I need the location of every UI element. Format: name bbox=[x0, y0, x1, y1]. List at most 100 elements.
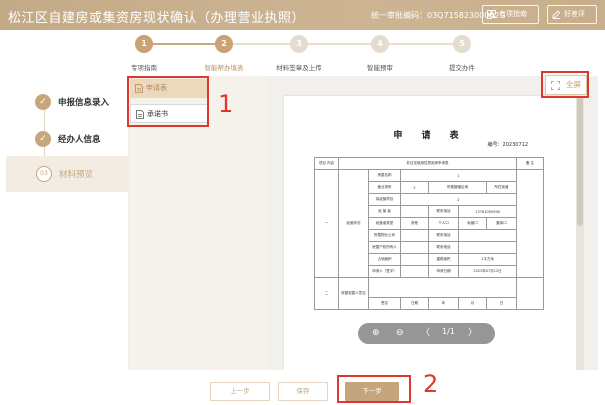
action-bar: 上一步 保存 下一步 bbox=[0, 370, 605, 405]
step-1-label: 专项指南 bbox=[131, 64, 157, 72]
table-cell bbox=[516, 169, 545, 278]
table-cell: 项目 内容 bbox=[314, 157, 339, 170]
guide-button[interactable]: 专项指南 bbox=[482, 5, 539, 24]
table-cell: 房屋名称 bbox=[368, 169, 401, 182]
table-cell: 营业场所 bbox=[368, 181, 401, 194]
rate-button-label: 好差评 bbox=[564, 10, 585, 18]
sidebar-item-label: 材料预览 bbox=[59, 170, 94, 180]
save-button[interactable]: 保存 bbox=[278, 382, 328, 401]
step-2-dot: 2 bbox=[215, 35, 233, 53]
table-cell: 非住宅使用性质用房申请表 bbox=[337, 157, 518, 170]
prev-step-button[interactable]: 上一步 bbox=[210, 382, 270, 401]
table-cell: 1平方米 bbox=[457, 253, 518, 266]
table-cell bbox=[457, 241, 518, 254]
edit-icon bbox=[552, 10, 561, 19]
table-cell: 2023年07月12日 bbox=[457, 265, 518, 278]
table-cell bbox=[400, 253, 429, 266]
guide-button-label: 专项指南 bbox=[499, 10, 527, 18]
table-row: 一 经营状况 房屋名称 1 bbox=[314, 169, 545, 278]
table-cell: 日 bbox=[485, 297, 518, 310]
table-cell: 所属物业公司 bbox=[368, 229, 401, 242]
table-cell: 拟经营项目 bbox=[368, 193, 401, 206]
table-cell: 所属管辖区域 bbox=[428, 181, 487, 194]
table-cell: 建筑面积 bbox=[428, 253, 459, 266]
table-cell: 申请日期 bbox=[428, 265, 459, 278]
qr-code-icon bbox=[487, 10, 496, 19]
step-connector bbox=[224, 43, 462, 45]
annotation-number-2: 2 bbox=[423, 370, 439, 398]
table-cell: 集体口 bbox=[485, 217, 518, 230]
sidebar-item-handler-info[interactable]: ✓ 经办人信息 bbox=[22, 129, 132, 151]
step-1-dot: 1 bbox=[135, 35, 153, 53]
check-icon: ✓ bbox=[35, 94, 51, 110]
table-cell: 联系电话 bbox=[428, 205, 459, 218]
scrollbar-thumb[interactable] bbox=[577, 96, 583, 226]
table-cell: 个人口 bbox=[428, 217, 459, 230]
table-row: 二 房屋权属人意见 bbox=[314, 277, 545, 310]
highlight-box-fullscreen bbox=[541, 71, 589, 98]
table-cell: 签名 bbox=[368, 297, 401, 310]
table-cell: 经营者类型 bbox=[368, 217, 401, 230]
table-cell: 所在街道 bbox=[485, 181, 518, 194]
step-4-dot: 4 bbox=[371, 35, 389, 53]
page-title: 松江区自建房或集资房现状确认（办理营业执照） bbox=[8, 11, 306, 26]
page-indicator: 1/1 bbox=[442, 327, 455, 336]
step-5-dot: 5 bbox=[453, 35, 471, 53]
table-cell bbox=[400, 241, 429, 254]
next-page-icon[interactable]: 〉 bbox=[468, 326, 477, 340]
rate-button[interactable]: 好差评 bbox=[547, 5, 597, 24]
zoom-out-icon[interactable]: ⊖ bbox=[396, 326, 404, 340]
step-5-label: 提交办件 bbox=[449, 64, 475, 72]
zoom-in-icon[interactable]: ⊕ bbox=[372, 326, 380, 340]
table-cell bbox=[516, 277, 545, 310]
sidebar-item-application-info[interactable]: ✓ 申报信息录入 bbox=[22, 92, 132, 114]
table-cell: 二 bbox=[314, 277, 339, 310]
table-cell bbox=[400, 265, 429, 278]
application-form-table: 项目 内容 非住宅使用性质用房申请表 备 注 一 经营状况 房屋名称 1 营业场… bbox=[314, 157, 545, 310]
step-3-label: 材料签章及上传 bbox=[276, 64, 322, 72]
sidebar-item-material-preview[interactable]: 03 材料预览 bbox=[6, 156, 128, 192]
table-cell: 2 bbox=[400, 181, 429, 194]
check-icon: ✓ bbox=[35, 131, 51, 147]
table-cell bbox=[367, 277, 518, 298]
viewer-toolbar: ⊕ ⊖ 〈 1/1 〉 bbox=[358, 323, 495, 344]
sidebar-item-label: 申报信息录入 bbox=[58, 98, 110, 108]
table-cell: 经营状况 bbox=[338, 169, 369, 278]
table-cell: 占地面积 bbox=[368, 253, 401, 266]
table-cell: 联系电话 bbox=[428, 241, 459, 254]
step-4-label: 智能预审 bbox=[367, 64, 393, 72]
table-cell: 经 营 者 bbox=[368, 205, 401, 218]
table-cell: 2 bbox=[399, 193, 518, 206]
top-bar: 松江区自建房或集资房现状确认（办理营业执照） 统一审批编码：03Q7158230… bbox=[0, 0, 605, 30]
sidebar-item-label: 经办人信息 bbox=[58, 135, 101, 145]
step-connector bbox=[144, 43, 224, 45]
progress-steps: 1 2 3 4 5 专项指南 智能帮办填表 材料签章及上传 智能预审 提交办件 bbox=[0, 30, 605, 76]
highlight-box-file-list bbox=[127, 76, 209, 127]
table-cell: 私营口 bbox=[458, 217, 487, 230]
document-title: 申 请 表 bbox=[393, 131, 467, 141]
step-2-label: 智能帮办填表 bbox=[204, 64, 244, 72]
table-cell: 年 bbox=[428, 297, 459, 310]
sidebar bbox=[6, 76, 128, 370]
annotation-number-1: 1 bbox=[218, 90, 234, 118]
step-3-dot: 3 bbox=[290, 35, 308, 53]
step-number-icon: 03 bbox=[36, 166, 52, 182]
table-cell: 申请人（签字） bbox=[368, 265, 401, 278]
table-cell: 日期 bbox=[400, 297, 429, 310]
document-number: 编号：20230712 bbox=[487, 142, 528, 148]
table-cell: 联系电话 bbox=[428, 229, 459, 242]
highlight-box-next-step bbox=[337, 375, 411, 403]
table-cell bbox=[400, 205, 429, 218]
table-cell bbox=[400, 229, 429, 242]
table-cell: 房屋权属人意见 bbox=[338, 277, 369, 310]
table-cell: 房屋产权所有人 bbox=[368, 241, 401, 254]
table-cell: 一 bbox=[314, 169, 339, 278]
table-cell: 其他 bbox=[400, 217, 429, 230]
table-cell: 月 bbox=[458, 297, 487, 310]
table-cell bbox=[457, 229, 518, 242]
viewer-scrollbar[interactable] bbox=[576, 96, 584, 370]
table-cell: 备 注 bbox=[516, 157, 545, 170]
prev-page-icon[interactable]: 〈 bbox=[421, 326, 430, 340]
table-cell: 13761005598 bbox=[457, 205, 518, 218]
table-cell: 1 bbox=[399, 169, 518, 182]
